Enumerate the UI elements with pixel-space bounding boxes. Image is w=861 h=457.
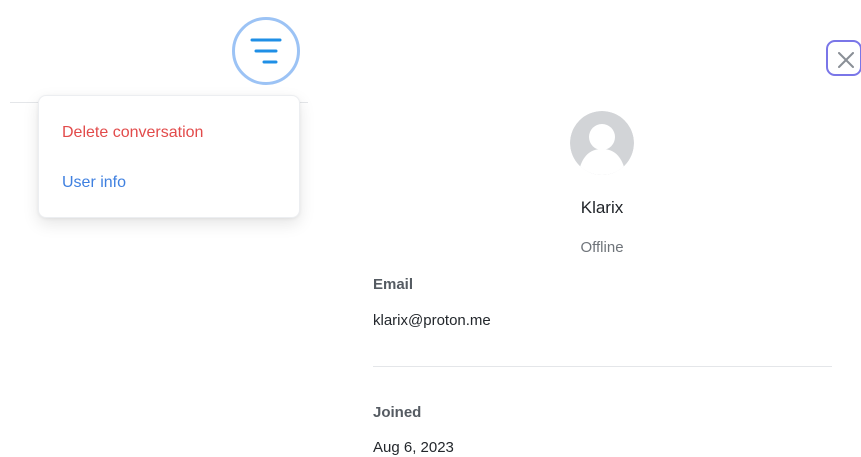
email-label: Email [373,276,414,293]
default-user-avatar-icon [570,111,634,175]
user-name: Klarix [580,198,624,217]
conversation-options-dropdown: Delete conversation User info [38,95,300,218]
chat-user-info-view: Delete conversation User info Klarix Off… [0,0,861,457]
user-info-menu-item[interactable]: User info [62,174,126,192]
email-value: klarix@proton.me [373,312,491,329]
delete-conversation-menu-item[interactable]: Delete conversation [62,124,203,142]
info-divider [373,366,832,367]
user-status: Offline [580,239,624,256]
conversation-options-button[interactable] [232,17,300,85]
close-user-info-button[interactable] [826,40,861,76]
close-icon [838,52,854,68]
avatar [570,111,634,175]
joined-label: Joined [373,404,422,421]
joined-value: Aug 6, 2023 [373,439,454,456]
conversation-pane: Delete conversation User info [0,0,308,457]
menu-lines-icon [250,38,282,64]
